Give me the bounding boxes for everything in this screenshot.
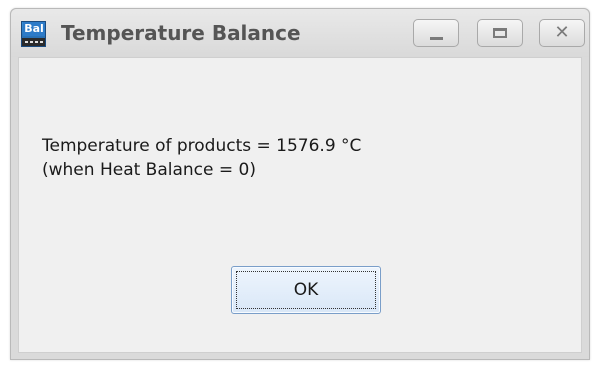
- title-bar[interactable]: Bal Temperature Balance ✕: [11, 9, 589, 57]
- window-title: Temperature Balance: [61, 21, 301, 45]
- close-button[interactable]: ✕: [539, 19, 585, 47]
- app-icon-text: Bal: [23, 22, 45, 36]
- result-message: Temperature of products = 1576.9 °C (whe…: [42, 134, 361, 182]
- dialog-content: Temperature of products = 1576.9 °C (whe…: [18, 57, 582, 353]
- minimize-icon: [430, 37, 443, 40]
- minimize-button[interactable]: [413, 19, 459, 47]
- result-line-temperature: Temperature of products = 1576.9 °C: [42, 136, 362, 156]
- close-icon: ✕: [554, 22, 570, 43]
- app-icon-strip: [22, 38, 45, 46]
- ok-button[interactable]: OK: [231, 266, 381, 314]
- maximize-button[interactable]: [477, 19, 523, 47]
- app-icon[interactable]: Bal: [21, 21, 46, 47]
- maximize-icon: [493, 28, 507, 38]
- ok-button-label: OK: [236, 271, 376, 309]
- dialog-window: Bal Temperature Balance ✕ Temperature of…: [10, 8, 590, 360]
- result-line-condition: (when Heat Balance = 0): [42, 160, 256, 180]
